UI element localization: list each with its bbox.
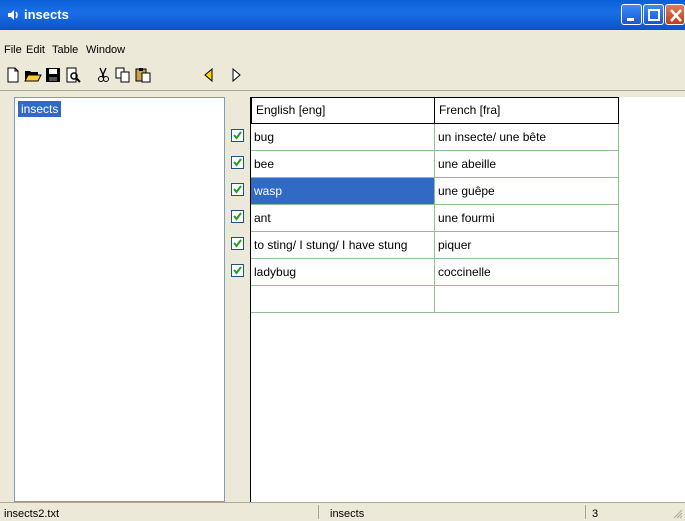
toolbar-divider: [0, 90, 685, 91]
toolbar: [0, 62, 685, 89]
status-count: 3: [592, 508, 599, 520]
app-icon: [8, 10, 18, 20]
tree-pane[interactable]: insects: [14, 97, 225, 502]
cell-english[interactable]: bug: [251, 124, 435, 151]
open-folder-icon[interactable]: [24, 66, 42, 84]
row-checkbox[interactable]: [231, 264, 244, 277]
menu-bar: File Edit Table Window: [0, 41, 685, 60]
checkbox-column: [228, 97, 250, 502]
menu-table[interactable]: Table: [52, 44, 78, 56]
cell-french-empty[interactable]: [435, 286, 619, 313]
row-checkbox[interactable]: [231, 237, 244, 250]
row-checkbox[interactable]: [231, 210, 244, 223]
status-table: insects: [330, 508, 365, 520]
cell-english[interactable]: ant: [251, 205, 435, 232]
row-checkbox[interactable]: [231, 156, 244, 169]
cell-english[interactable]: bee: [251, 151, 435, 178]
row-checkbox[interactable]: [231, 129, 244, 142]
column-header-english[interactable]: English [eng]: [251, 97, 435, 124]
cell-french[interactable]: piquer: [435, 232, 619, 259]
cell-french[interactable]: coccinelle: [435, 259, 619, 286]
cell-english[interactable]: ladybug: [251, 259, 435, 286]
cell-english-selected[interactable]: wasp: [251, 178, 435, 205]
minimize-icon: [627, 18, 634, 21]
menu-file[interactable]: File: [4, 44, 22, 56]
status-divider: [585, 505, 586, 519]
maximize-button[interactable]: [643, 4, 664, 25]
copy-icon[interactable]: [114, 66, 132, 84]
cut-icon[interactable]: [94, 66, 112, 84]
paste-icon[interactable]: [134, 66, 152, 84]
resize-grip-icon[interactable]: [672, 508, 683, 519]
save-icon[interactable]: [44, 66, 62, 84]
print-preview-icon[interactable]: [64, 66, 82, 84]
row-checkbox[interactable]: [231, 183, 244, 196]
cell-french[interactable]: un insecte/ une bête: [435, 124, 619, 151]
title-bar[interactable]: insects: [0, 0, 685, 30]
window-title: insects: [24, 7, 69, 22]
cell-english-empty[interactable]: [251, 286, 435, 313]
cell-english[interactable]: to sting/ I stung/ I have stung: [251, 232, 435, 259]
play-back-icon[interactable]: [200, 66, 218, 84]
close-button[interactable]: [665, 4, 685, 25]
status-file: insects2.txt: [4, 508, 60, 520]
play-forward-icon[interactable]: [228, 66, 246, 84]
cell-french[interactable]: une abeille: [435, 151, 619, 178]
status-bar: insects2.txt insects 3: [0, 502, 685, 521]
cell-french[interactable]: une fourmi: [435, 205, 619, 232]
new-file-icon[interactable]: [4, 66, 22, 84]
minimize-button[interactable]: [621, 4, 642, 25]
close-icon: [670, 9, 682, 22]
menu-window[interactable]: Window: [86, 44, 125, 56]
menu-edit[interactable]: Edit: [26, 44, 45, 56]
column-header-french[interactable]: French [fra]: [434, 97, 619, 124]
status-divider: [318, 505, 319, 519]
maximize-icon: [648, 9, 660, 21]
cell-french[interactable]: une guêpe: [435, 178, 619, 205]
translation-grid[interactable]: English [eng] French [fra] bug un insect…: [250, 97, 685, 502]
tree-item-insects[interactable]: insects: [18, 101, 62, 117]
